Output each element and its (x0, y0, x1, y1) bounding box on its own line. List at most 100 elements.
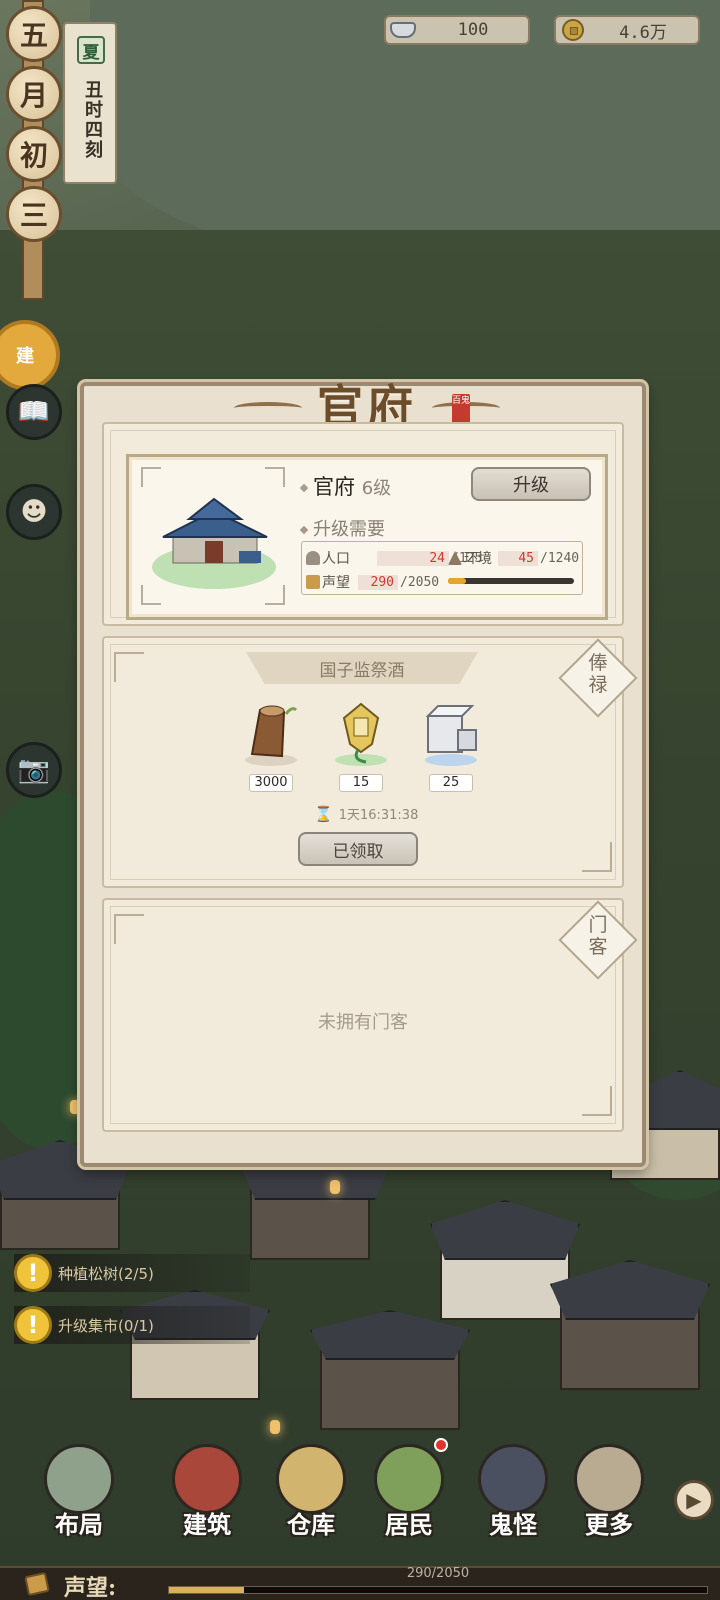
salary-panel: 国子监祭酒 俸禄 3000 15 25 ⌛ 1天16:31:38 已领取 (102, 636, 638, 888)
environment-total: /1240 (540, 550, 580, 566)
reputation-progress-fill (448, 578, 466, 584)
jade-token-icon (335, 702, 387, 766)
quest-item[interactable]: ! 种植松树(2/5) (14, 1254, 250, 1292)
reputation-requirement: 声望 290 /2050 (306, 572, 439, 592)
book-button[interactable]: 📖 (6, 384, 62, 440)
salary-timer: ⌛ 1天16:31:38 (314, 804, 419, 824)
nav-building[interactable]: 建筑 (152, 1430, 262, 1550)
environment-requirement: 环境 45 /1240 (448, 548, 579, 568)
reputation-progress-bar (448, 578, 574, 584)
building-level: 6级 (361, 478, 392, 499)
date-char: 月 (6, 66, 62, 122)
environment-current: 45 (518, 550, 534, 566)
nav-label: 更多 (585, 1510, 633, 1539)
camera-button[interactable]: 📷 (6, 742, 62, 798)
environment-current-box: 45 (498, 550, 538, 566)
nav-residents[interactable]: 居民 (354, 1430, 464, 1550)
reputation-bar: 声望: 290/2050 (0, 1566, 720, 1600)
seal-stamp: 百鬼 (452, 394, 470, 424)
chevron-right-icon[interactable]: ▶ (674, 1480, 714, 1520)
reputation-current-box: 290 (358, 574, 398, 590)
coin-value: 4.6万 (619, 22, 667, 43)
wood-log-icon (245, 705, 298, 766)
population-current: 24 (429, 550, 445, 566)
requirements-box: 人口 24 /125 环境 45 /1240 声望 290 /2050 (301, 541, 583, 595)
upgrade-button[interactable]: 升级 (471, 467, 591, 501)
government-office-dialog[interactable]: 官府 百鬼 官府 6级 升级 升级需要 人口 24 /125 环境 45 /12… (80, 380, 646, 1167)
date-char: 五 (6, 6, 62, 62)
lotus-icon (448, 551, 462, 565)
reputation-total: /2050 (400, 574, 440, 590)
reputation-label: 声望 (322, 575, 350, 591)
notification-dot (434, 1438, 448, 1452)
quest-text: 种植松树(2/5) (58, 1264, 154, 1283)
nav-layout[interactable]: 布局 (24, 1430, 134, 1550)
title-ornament (234, 402, 302, 414)
build-label: 建 (16, 346, 34, 367)
building-upper-roof (186, 497, 245, 520)
requirements-title: 升级需要 (313, 519, 385, 540)
time-tag: 夏 丑时四刻 (63, 22, 117, 184)
warehouse-icon (276, 1444, 346, 1514)
claimed-button[interactable]: 已领取 (298, 832, 418, 866)
layout-icon (44, 1444, 114, 1514)
time-of-day: 丑时四刻 (82, 80, 103, 160)
coin-counter[interactable]: 4.6万 (554, 15, 700, 45)
nav-label: 建筑 (183, 1510, 231, 1539)
copper-coin-icon (558, 17, 588, 43)
population-icon (306, 551, 320, 565)
nav-monsters[interactable]: 鬼怪 (458, 1430, 568, 1550)
no-retainers-text: 未拥有门客 (318, 1012, 408, 1033)
government-office-image (152, 497, 276, 589)
building-name: 官府 (313, 475, 355, 499)
reward-qty: 3000 (249, 774, 293, 792)
timer-text: 1天16:31:38 (338, 808, 419, 823)
building-info-panel: 官府 6级 升级 升级需要 人口 24 /125 环境 45 /1240 声望 … (102, 422, 624, 626)
environment-label: 环境 (464, 551, 492, 567)
nav-label: 鬼怪 (489, 1510, 537, 1539)
scroll-icon (24, 1571, 50, 1597)
reward-stone[interactable]: 25 (416, 700, 486, 792)
corner-ornament (114, 652, 144, 682)
more-icon (574, 1444, 644, 1514)
stone-block-icon (425, 705, 477, 766)
bottom-navigation: 布局 建筑 仓库 居民 鬼怪 更多 (0, 1430, 720, 1570)
exclamation-icon: ! (14, 1306, 52, 1344)
reputation-bar-label: 声望: (64, 1575, 117, 1600)
lantern (70, 1100, 80, 1114)
character-button[interactable]: ☻ (6, 484, 62, 540)
building-name-line: 官府 6级 (299, 471, 392, 501)
reputation-fill (169, 1587, 245, 1593)
date-char: 初 (6, 126, 62, 182)
monsters-icon (478, 1444, 548, 1514)
building-card: 官府 6级 升级 升级需要 人口 24 /125 环境 45 /1240 声望 … (126, 454, 608, 620)
corner-ornament (114, 914, 144, 944)
building-door (205, 541, 223, 563)
reward-wood[interactable]: 3000 (236, 700, 306, 792)
residents-icon (374, 1444, 444, 1514)
quest-text: 升级集市(0/1) (58, 1316, 154, 1335)
salary-tag: 俸禄 (588, 652, 608, 696)
side-hall (239, 551, 261, 563)
reputation-current: 290 (370, 574, 394, 590)
reward-jade-token[interactable]: 15 (326, 700, 396, 792)
nav-warehouse[interactable]: 仓库 (256, 1430, 366, 1550)
population-current-box: 24 (377, 550, 449, 566)
nav-more[interactable]: 更多 (554, 1430, 664, 1550)
reputation-track (168, 1586, 708, 1594)
quest-item[interactable]: ! 升级集市(0/1) (14, 1306, 250, 1344)
silver-value: 100 (457, 20, 489, 40)
corner-ornament (582, 1086, 612, 1116)
nav-label: 仓库 (287, 1510, 335, 1539)
book-icon: 📖 (17, 397, 51, 427)
corner-ornament (582, 842, 612, 872)
hourglass-icon: ⌛ (314, 804, 333, 823)
season-badge: 夏 (77, 36, 105, 64)
exclamation-icon: ! (14, 1254, 52, 1292)
character-icon: ☻ (20, 497, 48, 527)
silver-ingot-icon (388, 17, 418, 43)
nav-label: 居民 (385, 1510, 433, 1539)
retainers-tag: 门客 (588, 914, 608, 958)
silver-counter[interactable]: 100 (384, 15, 530, 45)
camera-icon: 📷 (17, 755, 51, 785)
